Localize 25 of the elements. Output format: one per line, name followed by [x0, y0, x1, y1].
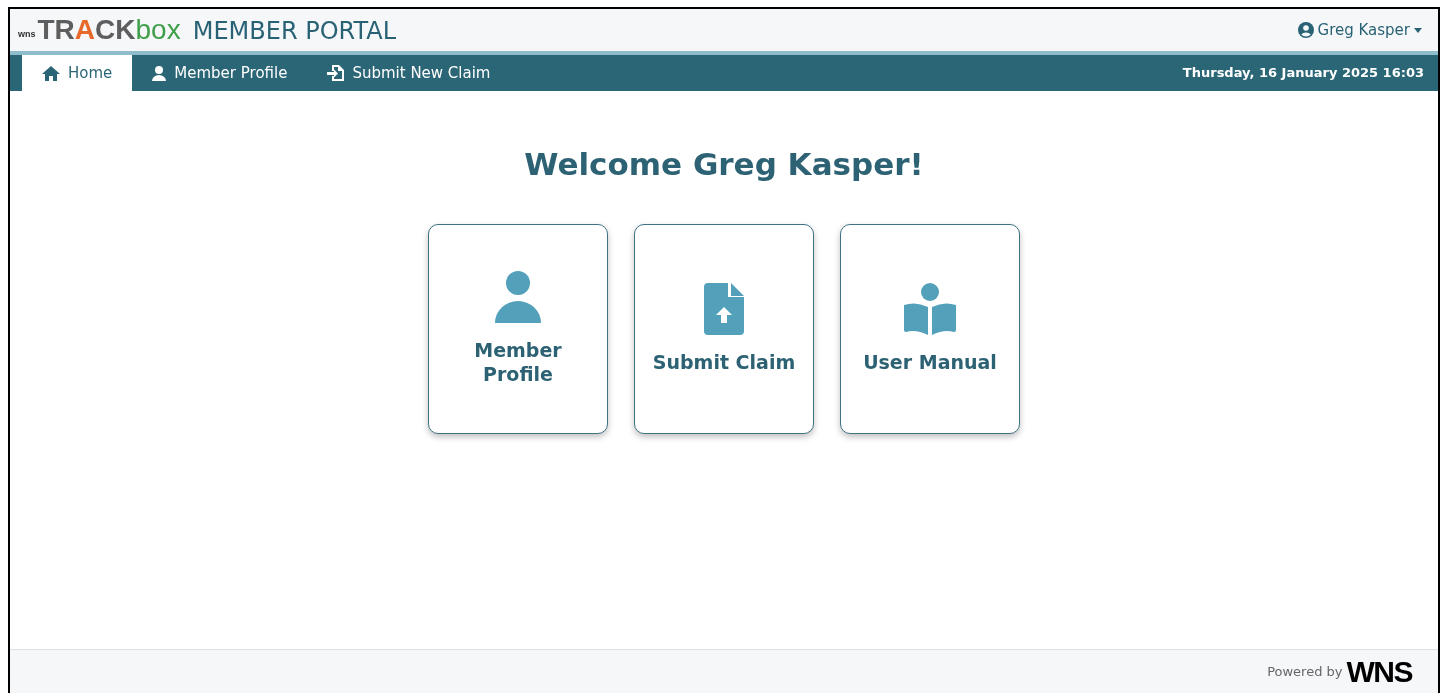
- logo-text: A: [74, 16, 96, 44]
- home-icon: [42, 65, 60, 81]
- nav-tab[interactable]: Home: [22, 55, 133, 91]
- logo-text: CK: [95, 16, 136, 44]
- file-upload-icon: [704, 282, 744, 335]
- user-circle-icon: [1297, 22, 1314, 38]
- file-arrow-icon: [327, 65, 345, 81]
- person-icon: [495, 270, 541, 323]
- nav-tab[interactable]: Submit New Claim: [307, 55, 511, 91]
- shortcut-card[interactable]: User Manual: [840, 223, 1020, 434]
- date-time: Thursday, 16 January 2025 16:03: [1182, 64, 1424, 83]
- logo-text: TR: [37, 16, 75, 44]
- book-reader-icon: [904, 282, 956, 335]
- user-menu[interactable]: Greg Kasper: [1297, 18, 1430, 42]
- portal-title: MEMBER PORTAL: [192, 19, 397, 43]
- user-icon: [152, 65, 167, 81]
- brand-logo: WNS: [1346, 656, 1412, 687]
- logo-prefix: wns: [18, 27, 36, 41]
- nav-tab[interactable]: Member Profile: [132, 55, 308, 91]
- shortcut-card[interactable]: Member Profile: [428, 223, 608, 434]
- caret-icon: [1414, 27, 1422, 33]
- powered-by-label: Powered by: [1267, 662, 1343, 681]
- logo-text: box: [135, 16, 181, 44]
- welcome-heading: Welcome Greg Kasper!: [524, 145, 924, 184]
- shortcut-card[interactable]: Submit Claim: [634, 223, 814, 434]
